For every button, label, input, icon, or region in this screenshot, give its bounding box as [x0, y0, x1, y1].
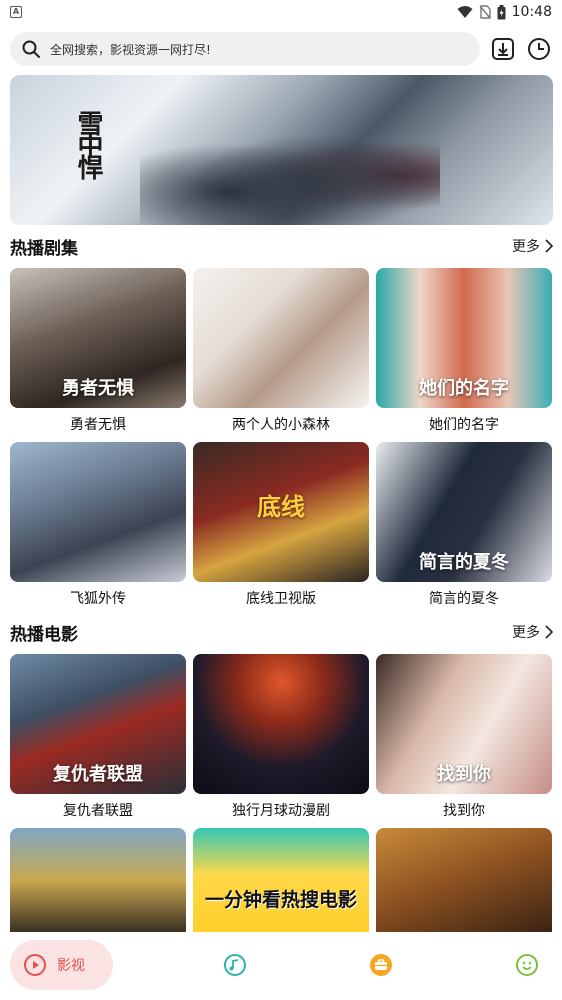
card-title: 复仇者联盟: [63, 803, 133, 819]
section-header-movies: 热播电影 更多: [10, 620, 553, 645]
movie-card-partial[interactable]: 一分钟看热搜电影: [193, 828, 369, 932]
banner-artwork: [140, 115, 440, 225]
poster: [193, 268, 369, 408]
history-button[interactable]: [526, 36, 552, 62]
banner-title: 雪中悍: [73, 110, 103, 176]
poster: [376, 828, 552, 932]
series-card[interactable]: 简言的夏冬 简言的夏冬: [376, 442, 552, 616]
smiley-icon: [516, 954, 538, 976]
more-label: 更多: [512, 625, 540, 641]
nav-tab-toolbox[interactable]: [369, 953, 393, 977]
poster-caption: 她们的名字: [419, 378, 509, 399]
status-bar: A 10:48: [0, 0, 562, 24]
poster: 找到你: [376, 654, 552, 794]
search-placeholder: 全网搜索，影视资源一网打尽!: [50, 42, 211, 57]
movie-card-partial[interactable]: [10, 828, 186, 932]
more-label: 更多: [512, 239, 540, 255]
chevron-right-icon: [545, 625, 553, 639]
card-title: 飞狐外传: [70, 591, 126, 607]
download-button[interactable]: [490, 36, 516, 62]
card-title: 找到你: [443, 803, 485, 819]
no-sim-icon: [479, 5, 491, 19]
card-title: 两个人的小森林: [232, 417, 330, 433]
series-card[interactable]: 底线 底线卫视版: [193, 442, 369, 616]
clock-icon: [528, 38, 550, 60]
movies-grid: 复仇者联盟 复仇者联盟 独行月球动漫剧 找到你 找到你 一分钟看热搜电影: [10, 654, 553, 932]
series-card[interactable]: 勇者无惧 勇者无惧: [10, 268, 186, 442]
nav-tab-video[interactable]: 影视: [10, 940, 113, 990]
card-title: 独行月球动漫剧: [232, 803, 330, 819]
search-row: 全网搜索，影视资源一网打尽!: [10, 32, 555, 66]
music-disc-icon: [224, 954, 246, 976]
more-series-link[interactable]: 更多: [512, 236, 553, 256]
poster: 勇者无惧: [10, 268, 186, 408]
section-title: 热播剧集: [10, 238, 78, 259]
clock-time: 10:48: [511, 4, 552, 20]
download-icon: [492, 38, 514, 60]
card-title: 她们的名字: [429, 417, 499, 433]
search-input[interactable]: 全网搜索，影视资源一网打尽!: [10, 32, 480, 66]
poster-caption: 勇者无惧: [62, 378, 134, 399]
poster: 底线: [193, 442, 369, 582]
poster: [10, 442, 186, 582]
card-title: 底线卫视版: [246, 591, 316, 607]
nav-tab-profile[interactable]: [515, 953, 539, 977]
poster: 她们的名字: [376, 268, 552, 408]
poster-caption: 找到你: [437, 764, 491, 785]
movie-card-partial[interactable]: [376, 828, 552, 932]
poster: [10, 828, 186, 932]
play-circle-icon: [24, 954, 46, 976]
poster: 复仇者联盟: [10, 654, 186, 794]
notification-icon: A: [10, 6, 22, 18]
poster-caption: 复仇者联盟: [53, 764, 143, 785]
briefcase-icon: [370, 954, 392, 976]
wifi-icon: [457, 6, 473, 18]
poster-caption: 简言的夏冬: [419, 552, 509, 573]
series-card[interactable]: 两个人的小森林: [193, 268, 369, 442]
card-title: 简言的夏冬: [429, 591, 499, 607]
card-title: 勇者无惧: [70, 417, 126, 433]
poster-caption: 一分钟看热搜电影: [204, 889, 357, 911]
nav-tab-music[interactable]: [223, 953, 247, 977]
poster-caption: 底线: [257, 492, 305, 521]
poster: 一分钟看热搜电影: [193, 828, 369, 932]
bottom-navigation: 影视: [0, 932, 562, 1000]
section-title: 热播电影: [10, 624, 78, 645]
movie-card[interactable]: 复仇者联盟 复仇者联盟: [10, 654, 186, 828]
search-icon: [22, 40, 40, 58]
movie-card[interactable]: 独行月球动漫剧: [193, 654, 369, 828]
poster: 简言的夏冬: [376, 442, 552, 582]
section-header-series: 热播剧集 更多: [10, 234, 553, 259]
series-card[interactable]: 她们的名字 她们的名字: [376, 268, 552, 442]
featured-banner[interactable]: 雪中悍: [10, 75, 553, 225]
battery-icon: [497, 4, 506, 19]
nav-label-video: 影视: [57, 958, 85, 974]
chevron-right-icon: [545, 239, 553, 253]
movie-card[interactable]: 找到你 找到你: [376, 654, 552, 828]
poster: [193, 654, 369, 794]
more-movies-link[interactable]: 更多: [512, 622, 553, 642]
series-grid: 勇者无惧 勇者无惧 两个人的小森林 她们的名字 她们的名字 飞狐外传 底线 底线…: [10, 268, 553, 616]
series-card[interactable]: 飞狐外传: [10, 442, 186, 616]
